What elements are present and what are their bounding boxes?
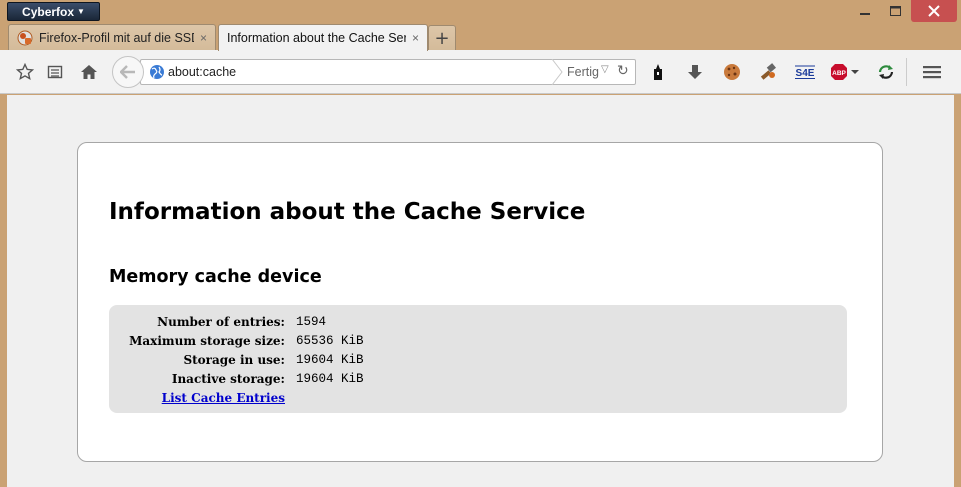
- tab-close-icon[interactable]: ×: [200, 31, 207, 45]
- window-border-left: [0, 94, 7, 487]
- cookie-icon[interactable]: [722, 62, 742, 82]
- url-input[interactable]: about:cache: [168, 65, 236, 79]
- bookmark-star-icon[interactable]: [15, 62, 35, 82]
- info-row-entries: Number of entries: 1594: [109, 315, 847, 334]
- close-window-button[interactable]: [911, 0, 957, 22]
- page-title: Information about the Cache Service: [109, 199, 586, 225]
- chevron-down-icon: ▼: [77, 7, 85, 16]
- close-icon: [928, 5, 940, 17]
- info-value: 65536 KiB: [296, 334, 364, 348]
- tab-title: Firefox-Profil mit auf die SSD ...: [39, 30, 194, 45]
- minimize-button[interactable]: [849, 0, 880, 22]
- adblock-plus-icon[interactable]: ABP: [830, 62, 860, 82]
- title-bar: Cyberfox ▼: [0, 0, 961, 24]
- nav-toolbar: about:cache Fertig ▽ ↻ S4E ABP: [0, 50, 961, 94]
- window-controls: [849, 0, 957, 22]
- cache-info-card: Information about the Cache Service Memo…: [77, 142, 883, 462]
- back-arrow-icon: [120, 65, 135, 79]
- tab-firefox-profil[interactable]: Firefox-Profil mit auf die SSD ... ×: [8, 24, 216, 50]
- hamburger-menu-icon[interactable]: [922, 62, 942, 82]
- cyberfox-favicon-icon: [17, 30, 33, 45]
- home-icon[interactable]: [79, 62, 99, 82]
- list-cache-entries-link[interactable]: List Cache Entries: [162, 391, 285, 405]
- app-menu-label: Cyberfox: [22, 4, 75, 19]
- dropdown-icon[interactable]: ▽: [601, 64, 609, 75]
- info-value: 19604 KiB: [296, 372, 364, 386]
- back-button[interactable]: [112, 56, 144, 88]
- page-content: Information about the Cache Service Memo…: [7, 95, 954, 487]
- info-label: Storage in use:: [183, 353, 285, 367]
- url-divider: [551, 59, 563, 85]
- maximize-button[interactable]: [880, 0, 911, 22]
- info-row-inactive-storage: Inactive storage: 19604 KiB: [109, 372, 847, 391]
- svg-text:S4E: S4E: [796, 68, 815, 79]
- maximize-icon: [890, 6, 901, 16]
- info-value: 1594: [296, 315, 327, 329]
- info-row-storage-in-use: Storage in use: 19604 KiB: [109, 353, 847, 372]
- tab-strip: Firefox-Profil mit auf die SSD ... × Inf…: [0, 24, 961, 51]
- section-title: Memory cache device: [109, 267, 322, 287]
- tab-title: Information about the Cache Ser...: [227, 31, 406, 45]
- status-text: Fertig: [567, 65, 599, 79]
- hammer-icon[interactable]: [758, 62, 778, 82]
- sync-icon[interactable]: [876, 62, 896, 82]
- info-value: 19604 KiB: [296, 353, 364, 367]
- info-label: Inactive storage:: [171, 372, 285, 386]
- reading-list-icon[interactable]: [45, 62, 65, 82]
- globe-icon: [150, 65, 164, 79]
- info-row-max-storage: Maximum storage size: 65536 KiB: [109, 334, 847, 353]
- s4e-icon[interactable]: S4E: [794, 62, 816, 82]
- window-border-right: [954, 94, 961, 487]
- info-label: Number of entries:: [157, 315, 285, 329]
- memory-cache-info: Number of entries: 1594 Maximum storage …: [109, 305, 847, 413]
- info-row-link: List Cache Entries: [109, 391, 847, 410]
- info-label: Maximum storage size:: [129, 334, 285, 348]
- app-menu-button[interactable]: Cyberfox ▼: [7, 2, 100, 21]
- reload-icon[interactable]: ↻: [617, 63, 629, 79]
- download-icon[interactable]: [685, 62, 705, 82]
- new-tab-button[interactable]: +: [428, 25, 456, 50]
- torch-icon[interactable]: [648, 62, 668, 82]
- tab-cache-info[interactable]: Information about the Cache Ser... ×: [218, 24, 428, 51]
- tab-close-icon[interactable]: ×: [412, 31, 419, 45]
- svg-text:ABP: ABP: [832, 70, 846, 77]
- minimize-icon: [859, 13, 870, 15]
- url-bar[interactable]: about:cache Fertig ▽ ↻: [140, 59, 636, 85]
- toolbar-separator: [906, 58, 907, 86]
